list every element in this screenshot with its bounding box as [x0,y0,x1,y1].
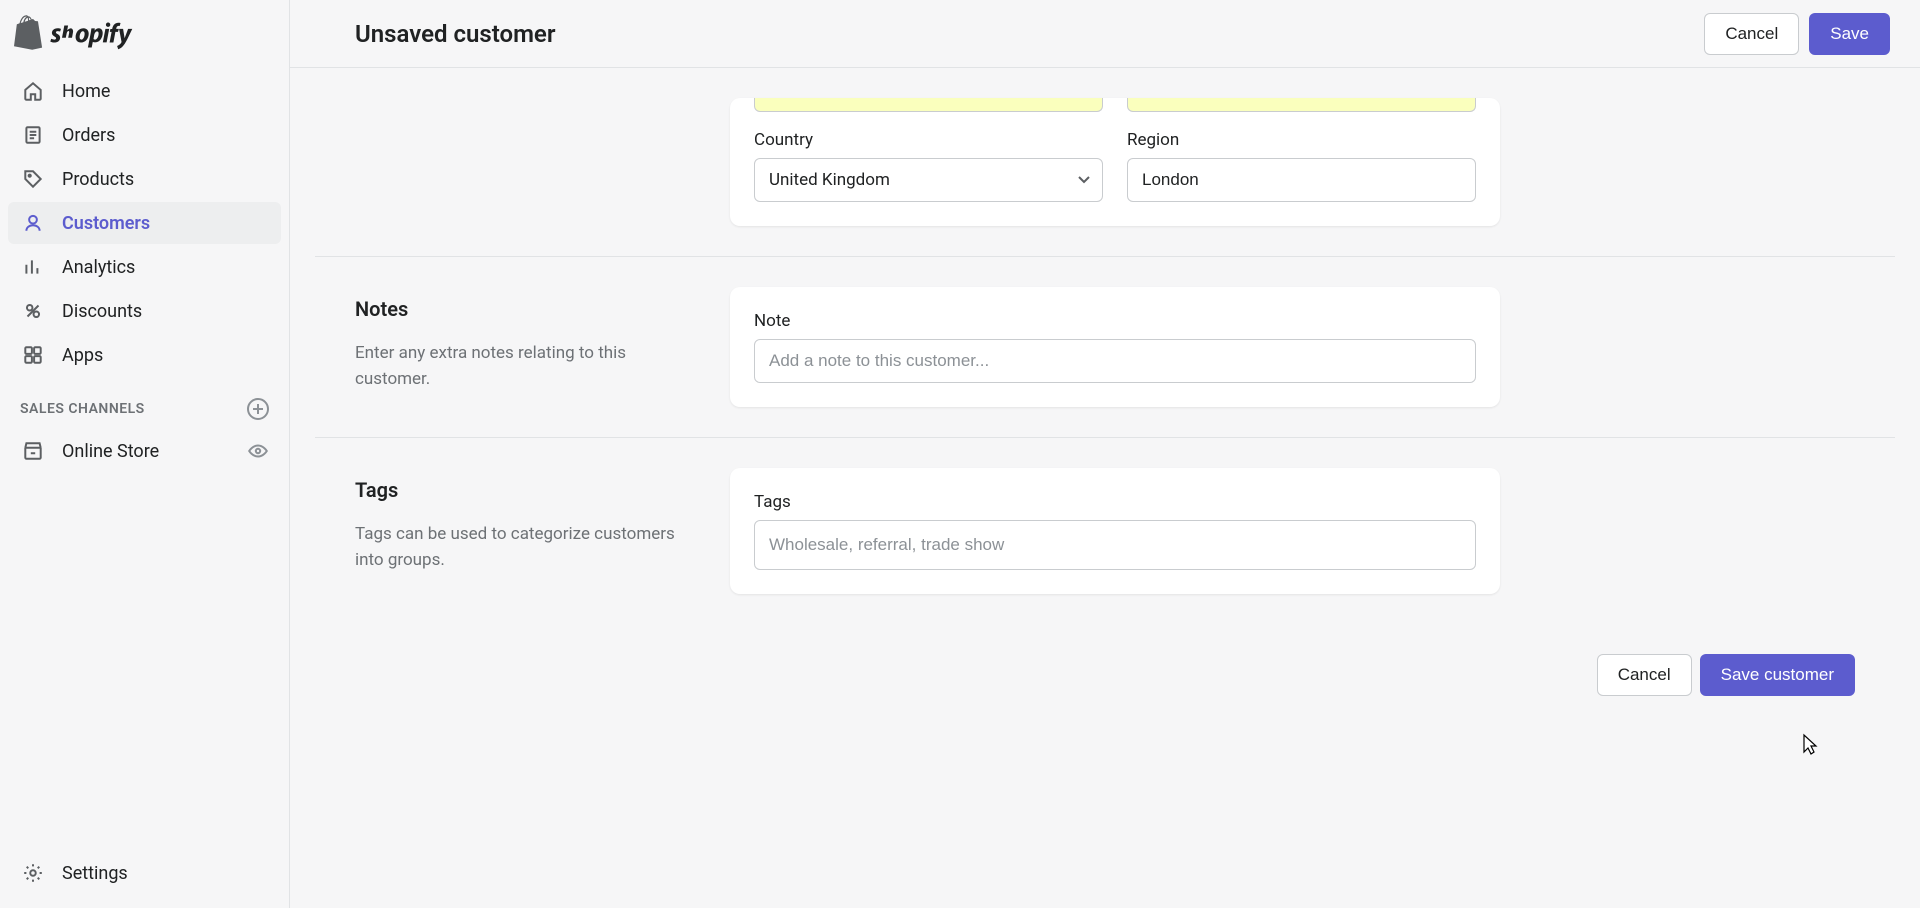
sidebar-item-label: Products [62,169,134,190]
cancel-button[interactable]: Cancel [1704,13,1799,55]
footer-actions: Cancel Save customer [320,624,1890,706]
notes-section-title: Notes [355,297,700,321]
note-input[interactable] [754,339,1476,383]
notes-section-description: Enter any extra notes relating to this c… [355,341,700,392]
sidebar-item-orders[interactable]: Orders [8,114,281,156]
shopify-logo-icon [12,14,142,52]
cursor-icon [1798,732,1820,758]
note-field: Note [754,311,1476,383]
save-button[interactable]: Save [1809,13,1890,55]
sidebar-item-label: Settings [62,863,128,884]
autofill-field-partial-left[interactable] [754,98,1103,112]
gear-icon [20,860,46,886]
sidebar-item-online-store[interactable]: Online Store [8,430,281,472]
plus-icon [252,403,264,415]
products-icon [20,166,46,192]
notes-card: Note [730,287,1500,407]
notes-section: Notes Enter any extra notes relating to … [320,257,1890,437]
sidebar-item-label: Apps [62,345,103,366]
sidebar-item-products[interactable]: Products [8,158,281,200]
tags-section-description: Tags can be used to categorize customers… [355,522,700,573]
tags-section-title: Tags [355,478,700,502]
region-input[interactable] [1127,158,1476,202]
settings-nav: Settings [0,852,289,896]
region-field: Region [1127,130,1476,202]
tags-section: Tags Tags can be used to categorize cust… [320,438,1890,624]
sidebar-item-label: Discounts [62,301,142,322]
sidebar-item-label: Customers [62,213,150,234]
sidebar-item-home[interactable]: Home [8,70,281,112]
sidebar-item-label: Analytics [62,257,135,278]
topbar-actions: Cancel Save [1704,13,1890,55]
orders-icon [20,122,46,148]
country-label: Country [754,130,1103,150]
tags-card: Tags [730,468,1500,594]
sidebar-item-apps[interactable]: Apps [8,334,281,376]
country-select[interactable]: United Kingdom [754,158,1103,202]
sidebar-item-discounts[interactable]: Discounts [8,290,281,332]
page-title: Unsaved customer [355,20,555,48]
tags-field: Tags [754,492,1476,570]
sidebar-item-label: Orders [62,125,115,146]
add-sales-channel-button[interactable] [247,398,269,420]
primary-nav: Home Orders Products Customers [0,70,289,378]
sales-channels-list: Online Store [0,430,289,474]
sidebar: Home Orders Products Customers [0,0,290,908]
sales-channels-title: SALES CHANNELS [20,401,145,417]
sidebar-item-settings[interactable]: Settings [8,852,281,894]
main-content: Unsaved customer Cancel Save [290,0,1920,908]
analytics-icon [20,254,46,280]
note-label: Note [754,311,1476,331]
chevron-down-icon [1078,176,1090,184]
address-section: Country United Kingdom Region [320,68,1890,256]
address-card: Country United Kingdom Region [730,98,1500,226]
store-icon [20,438,46,464]
sidebar-item-label: Home [62,81,110,102]
autofill-field-partial-right[interactable] [1127,98,1476,112]
view-store-icon[interactable] [247,440,269,462]
sidebar-item-customers[interactable]: Customers [8,202,281,244]
customers-icon [20,210,46,236]
tags-input[interactable] [754,520,1476,570]
sales-channels-header: SALES CHANNELS [8,378,281,430]
region-label: Region [1127,130,1476,150]
country-value: United Kingdom [769,170,1066,190]
footer-save-customer-button[interactable]: Save customer [1700,654,1855,696]
tags-label: Tags [754,492,1476,512]
shopify-logo[interactable] [0,12,289,70]
sidebar-item-label: Online Store [62,441,159,462]
apps-icon [20,342,46,368]
footer-cancel-button[interactable]: Cancel [1597,654,1692,696]
sidebar-item-analytics[interactable]: Analytics [8,246,281,288]
topbar: Unsaved customer Cancel Save [290,0,1920,68]
home-icon [20,78,46,104]
content-area: Country United Kingdom Region [290,68,1920,908]
country-field: Country United Kingdom [754,130,1103,202]
discounts-icon [20,298,46,324]
